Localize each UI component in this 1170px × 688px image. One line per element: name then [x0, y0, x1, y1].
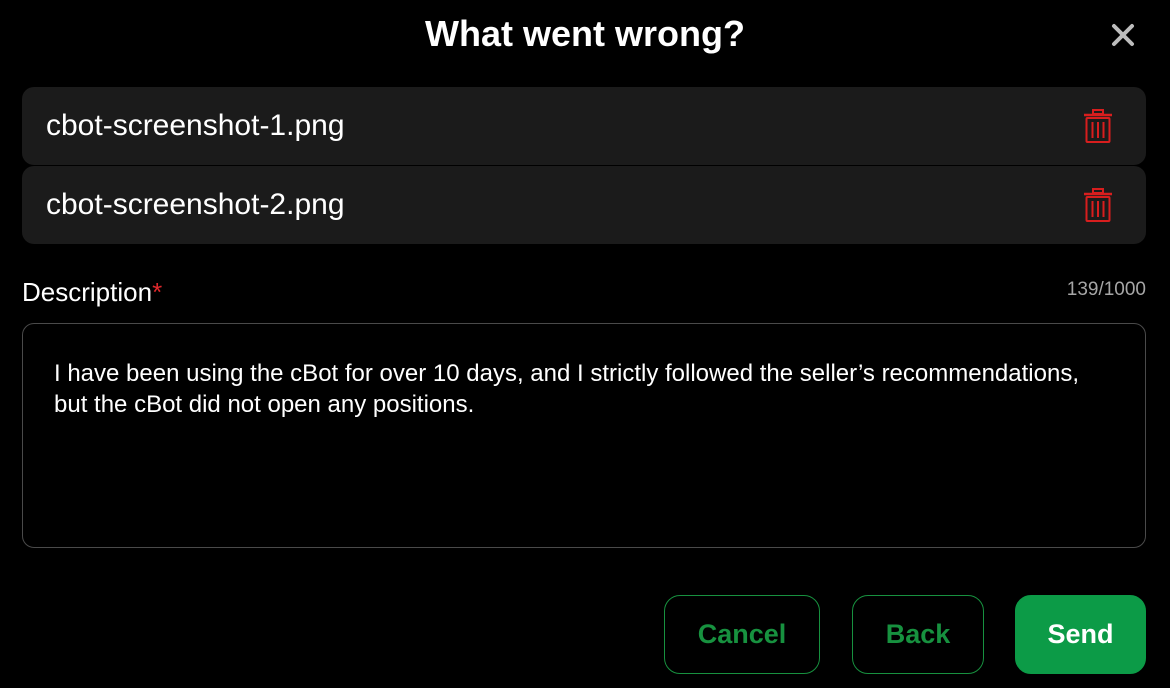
back-button[interactable]: Back [852, 595, 984, 674]
trash-icon [1080, 187, 1116, 223]
required-marker: * [152, 277, 163, 307]
close-button[interactable] [1108, 20, 1138, 50]
attachment-file-name: cbot-screenshot-1.png [46, 109, 345, 142]
cancel-button[interactable]: Cancel [664, 595, 820, 674]
trash-icon [1080, 108, 1116, 144]
send-button[interactable]: Send [1015, 595, 1146, 674]
description-label-text: Description [22, 277, 153, 307]
attachment-file-name: cbot-screenshot-2.png [46, 188, 345, 221]
description-textarea[interactable]: I have been using the cBot for over 10 d… [22, 323, 1146, 548]
delete-attachment-button[interactable] [1080, 108, 1116, 144]
character-counter: 139/1000 [1066, 279, 1146, 300]
description-label: Description* [22, 276, 162, 308]
close-icon [1108, 20, 1138, 50]
delete-attachment-button[interactable] [1080, 187, 1116, 223]
attachment-row: cbot-screenshot-1.png [22, 87, 1146, 165]
attachment-row: cbot-screenshot-2.png [22, 166, 1146, 244]
dialog-title: What went wrong? [425, 13, 745, 54]
